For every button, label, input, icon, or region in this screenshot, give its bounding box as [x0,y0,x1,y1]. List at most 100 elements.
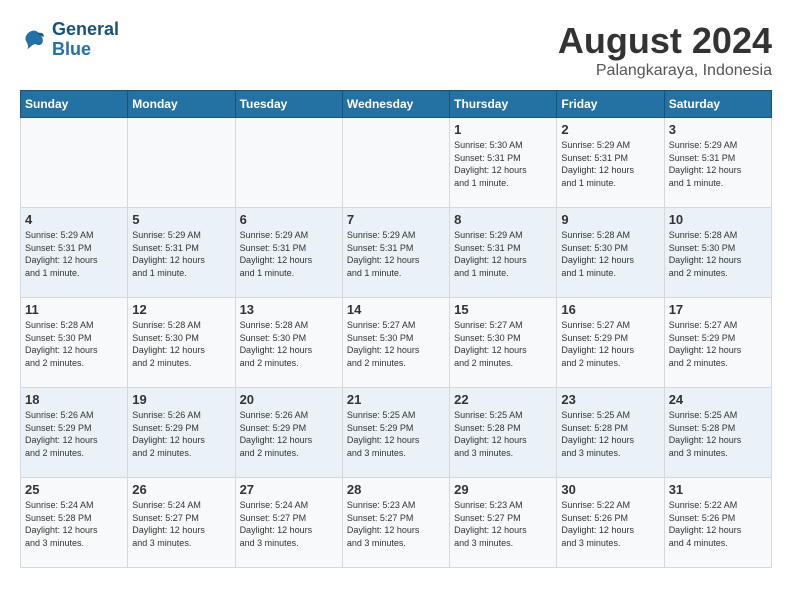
day-number: 27 [240,482,338,497]
day-number: 14 [347,302,445,317]
title-block: August 2024 Palangkaraya, Indonesia [558,20,772,80]
day-number: 16 [561,302,659,317]
cell-info: Sunrise: 5:29 AM Sunset: 5:31 PM Dayligh… [25,229,123,279]
day-number: 13 [240,302,338,317]
calendar-cell: 30Sunrise: 5:22 AM Sunset: 5:26 PM Dayli… [557,478,664,568]
week-row-4: 18 Sunrise: 5:26 AM Sunset: 5:29 PM Dayli… [21,388,772,478]
cell-info: Sunrise: 5:25 AM Sunset: 5:29 PM Dayligh… [347,409,445,459]
day-number: 5 [132,212,230,227]
calendar-cell [235,118,342,208]
day-number: 29 [454,482,552,497]
week-row-5: 25 Sunrise: 5:24 AM Sunset: 5:28 PM Dayli… [21,478,772,568]
calendar-cell: 27 Sunrise: 5:24 AM Sunset: 5:27 PM Dayli… [235,478,342,568]
cell-info: Sunrise: 5:29 AM Sunset: 5:31 PM Dayligh… [561,139,659,189]
day-number: 18 [25,392,123,407]
cell-info: Sunrise: 5:30 AM Sunset: 5:31 PM Dayligh… [454,139,552,189]
cell-info: Sunrise: 5:29 AM Sunset: 5:31 PM Dayligh… [347,229,445,279]
calendar-cell: 23 Sunrise: 5:25 AM Sunset: 5:28 PM Dayli… [557,388,664,478]
calendar-cell: 20Sunrise: 5:26 AM Sunset: 5:29 PM Dayli… [235,388,342,478]
week-row-2: 4 Sunrise: 5:29 AM Sunset: 5:31 PM Daylig… [21,208,772,298]
cell-info: Sunrise: 5:27 AM Sunset: 5:30 PM Dayligh… [454,319,552,369]
day-number: 2 [561,122,659,137]
day-number: 24 [669,392,767,407]
month-title: August 2024 [558,20,772,62]
cell-info: Sunrise: 5:28 AM Sunset: 5:30 PM Dayligh… [132,319,230,369]
logo-icon [20,26,48,54]
cell-info: Sunrise: 5:24 AM Sunset: 5:27 PM Dayligh… [132,499,230,549]
day-number: 4 [25,212,123,227]
header-row: SundayMondayTuesdayWednesdayThursdayFrid… [21,91,772,118]
day-number: 6 [240,212,338,227]
header-monday: Monday [128,91,235,118]
calendar-cell: 6 Sunrise: 5:29 AM Sunset: 5:31 PM Daylig… [235,208,342,298]
calendar-cell: 29Sunrise: 5:23 AM Sunset: 5:27 PM Dayli… [450,478,557,568]
day-number: 28 [347,482,445,497]
calendar-cell: 3Sunrise: 5:29 AM Sunset: 5:31 PM Daylig… [664,118,771,208]
day-number: 10 [669,212,767,227]
calendar-cell: 17 Sunrise: 5:27 AM Sunset: 5:29 PM Dayli… [664,298,771,388]
day-number: 17 [669,302,767,317]
day-number: 25 [25,482,123,497]
cell-info: Sunrise: 5:24 AM Sunset: 5:27 PM Dayligh… [240,499,338,549]
week-row-1: 1 Sunrise: 5:30 AM Sunset: 5:31 PM Daylig… [21,118,772,208]
calendar-cell: 18 Sunrise: 5:26 AM Sunset: 5:29 PM Dayli… [21,388,128,478]
calendar-cell: 26 Sunrise: 5:24 AM Sunset: 5:27 PM Dayli… [128,478,235,568]
cell-info: Sunrise: 5:25 AM Sunset: 5:28 PM Dayligh… [561,409,659,459]
calendar-cell: 5 Sunrise: 5:29 AM Sunset: 5:31 PM Daylig… [128,208,235,298]
day-number: 23 [561,392,659,407]
header-saturday: Saturday [664,91,771,118]
calendar-cell: 11Sunrise: 5:28 AM Sunset: 5:30 PM Dayli… [21,298,128,388]
cell-info: Sunrise: 5:26 AM Sunset: 5:29 PM Dayligh… [132,409,230,459]
calendar-cell: 21 Sunrise: 5:25 AM Sunset: 5:29 PM Dayli… [342,388,449,478]
cell-info: Sunrise: 5:29 AM Sunset: 5:31 PM Dayligh… [669,139,767,189]
cell-info: Sunrise: 5:28 AM Sunset: 5:30 PM Dayligh… [240,319,338,369]
calendar-cell: 7Sunrise: 5:29 AM Sunset: 5:31 PM Daylig… [342,208,449,298]
day-number: 15 [454,302,552,317]
calendar-cell: 4 Sunrise: 5:29 AM Sunset: 5:31 PM Daylig… [21,208,128,298]
cell-info: Sunrise: 5:28 AM Sunset: 5:30 PM Dayligh… [561,229,659,279]
day-number: 9 [561,212,659,227]
header-wednesday: Wednesday [342,91,449,118]
cell-info: Sunrise: 5:26 AM Sunset: 5:29 PM Dayligh… [240,409,338,459]
calendar-cell: 22Sunrise: 5:25 AM Sunset: 5:28 PM Dayli… [450,388,557,478]
calendar-cell: 9 Sunrise: 5:28 AM Sunset: 5:30 PM Daylig… [557,208,664,298]
cell-info: Sunrise: 5:24 AM Sunset: 5:28 PM Dayligh… [25,499,123,549]
day-number: 21 [347,392,445,407]
calendar-cell: 28 Sunrise: 5:23 AM Sunset: 5:27 PM Dayli… [342,478,449,568]
day-number: 22 [454,392,552,407]
logo: General Blue [20,20,119,60]
page-header: General Blue August 2024 Palangkaraya, I… [20,20,772,80]
cell-info: Sunrise: 5:27 AM Sunset: 5:30 PM Dayligh… [347,319,445,369]
day-number: 31 [669,482,767,497]
calendar-table: SundayMondayTuesdayWednesdayThursdayFrid… [20,90,772,568]
week-row-3: 11 Sunrise: 5:28 AM Sunset: 5:30 PM Dayli… [21,298,772,388]
day-number: 26 [132,482,230,497]
day-number: 19 [132,392,230,407]
calendar-cell: 15 Sunrise: 5:27 AM Sunset: 5:30 PM Dayli… [450,298,557,388]
cell-info: Sunrise: 5:29 AM Sunset: 5:31 PM Dayligh… [132,229,230,279]
cell-info: Sunrise: 5:23 AM Sunset: 5:27 PM Dayligh… [347,499,445,549]
calendar-cell: 14 Sunrise: 5:27 AM Sunset: 5:30 PM Dayli… [342,298,449,388]
day-number: 1 [454,122,552,137]
header-tuesday: Tuesday [235,91,342,118]
calendar-cell [342,118,449,208]
cell-info: Sunrise: 5:29 AM Sunset: 5:31 PM Dayligh… [240,229,338,279]
calendar-cell: 1 Sunrise: 5:30 AM Sunset: 5:31 PM Daylig… [450,118,557,208]
cell-info: Sunrise: 5:26 AM Sunset: 5:29 PM Dayligh… [25,409,123,459]
calendar-cell: 10 Sunrise: 5:28 AM Sunset: 5:30 PM Dayli… [664,208,771,298]
cell-info: Sunrise: 5:28 AM Sunset: 5:30 PM Dayligh… [669,229,767,279]
day-number: 11 [25,302,123,317]
calendar-cell: 12 Sunrise: 5:28 AM Sunset: 5:30 PM Dayli… [128,298,235,388]
cell-info: Sunrise: 5:27 AM Sunset: 5:29 PM Dayligh… [669,319,767,369]
day-number: 12 [132,302,230,317]
cell-info: Sunrise: 5:22 AM Sunset: 5:26 PM Dayligh… [561,499,659,549]
cell-info: Sunrise: 5:29 AM Sunset: 5:31 PM Dayligh… [454,229,552,279]
calendar-cell: 31Sunrise: 5:22 AM Sunset: 5:26 PM Dayli… [664,478,771,568]
calendar-cell: 24 Sunrise: 5:25 AM Sunset: 5:28 PM Dayli… [664,388,771,478]
cell-info: Sunrise: 5:27 AM Sunset: 5:29 PM Dayligh… [561,319,659,369]
header-sunday: Sunday [21,91,128,118]
calendar-cell: 25 Sunrise: 5:24 AM Sunset: 5:28 PM Dayli… [21,478,128,568]
header-thursday: Thursday [450,91,557,118]
cell-info: Sunrise: 5:25 AM Sunset: 5:28 PM Dayligh… [669,409,767,459]
calendar-cell: 13 Sunrise: 5:28 AM Sunset: 5:30 PM Dayli… [235,298,342,388]
